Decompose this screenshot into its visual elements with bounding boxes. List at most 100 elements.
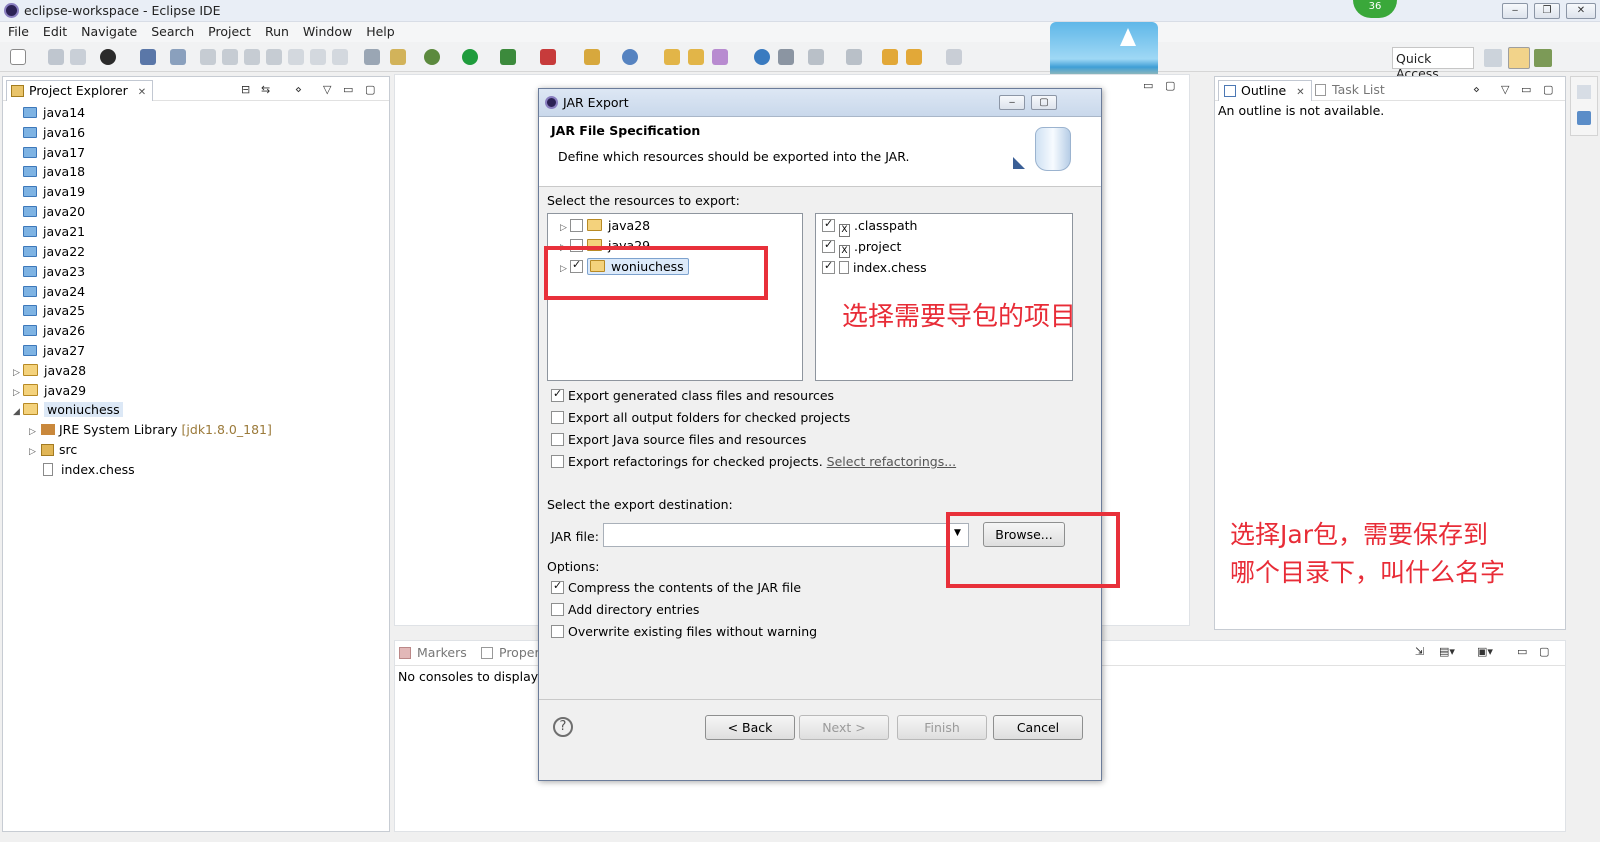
tab-properties[interactable]: Proper — [481, 645, 540, 660]
tree-item[interactable]: java22 — [23, 242, 85, 261]
resume-icon[interactable] — [200, 49, 216, 65]
export-class-files-option[interactable]: Export generated class files and resourc… — [551, 387, 834, 403]
tree-item-src[interactable]: ▷ src — [29, 440, 77, 459]
tree-item[interactable]: java24 — [23, 282, 85, 301]
tree-item-jre[interactable]: ▷ JRE System Library [jdk1.8.0_181] — [29, 420, 272, 439]
notification-badge[interactable]: 36 — [1353, 0, 1397, 18]
export-refactorings-option[interactable]: Export refactorings for checked projects… — [551, 454, 956, 469]
expand-arrow-icon[interactable]: ▷ — [29, 443, 39, 462]
last-edit-icon[interactable] — [882, 49, 898, 65]
new-class-icon[interactable] — [622, 49, 638, 65]
collapse-all-icon[interactable]: ⊟ — [241, 83, 250, 96]
next-button[interactable]: Next > — [799, 715, 889, 740]
checkbox[interactable] — [551, 603, 564, 616]
tree-item[interactable]: java20 — [23, 202, 85, 221]
open-type-icon[interactable] — [664, 49, 680, 65]
help-view-icon[interactable] — [1577, 111, 1591, 125]
forward-icon[interactable] — [946, 49, 962, 65]
resource-checkbox[interactable] — [570, 219, 583, 232]
drop-to-frame-icon[interactable] — [364, 49, 380, 65]
checkbox[interactable] — [551, 411, 564, 424]
tree-item[interactable]: java21 — [23, 222, 85, 241]
export-source-files-option[interactable]: Export Java source files and resources — [551, 432, 806, 447]
checkbox[interactable] — [551, 433, 564, 446]
checkbox[interactable] — [551, 579, 564, 594]
minimize-view-icon[interactable]: ▭ — [1517, 645, 1527, 658]
menu-search[interactable]: Search — [143, 22, 200, 41]
maximize-view-icon[interactable]: ▢ — [365, 83, 375, 96]
tab-project-explorer[interactable]: Project Explorer ✕ — [6, 80, 154, 101]
next-annotation-icon[interactable] — [808, 49, 824, 65]
compress-option[interactable]: Compress the contents of the JAR file — [551, 579, 801, 595]
minimize-view-icon[interactable]: ▭ — [343, 83, 353, 96]
step-return-icon[interactable] — [332, 49, 348, 65]
resource-checkbox[interactable] — [822, 217, 835, 232]
step-over-icon[interactable] — [310, 49, 326, 65]
terminate-icon[interactable] — [244, 49, 260, 65]
tree-item[interactable]: ▷ java29 — [13, 381, 86, 400]
close-tab-icon[interactable]: ✕ — [1296, 87, 1304, 98]
pin-console-icon[interactable]: ⇲ — [1415, 645, 1424, 658]
menu-file[interactable]: File — [0, 22, 35, 41]
resource-tree-item[interactable]: ▷ java28 — [560, 218, 650, 233]
checkbox[interactable] — [551, 625, 564, 638]
menu-run[interactable]: Run — [257, 22, 295, 41]
tab-outline[interactable]: Outline ✕ — [1218, 80, 1312, 101]
tree-item[interactable]: java17 — [23, 143, 85, 162]
quick-access-input[interactable]: Quick Access — [1392, 47, 1474, 81]
collapse-arrow-icon[interactable]: ◢ — [13, 403, 23, 422]
tab-markers[interactable]: Markers — [399, 645, 467, 660]
resource-checkbox[interactable] — [822, 259, 835, 274]
skip-breakpoints-icon[interactable] — [170, 49, 186, 65]
maximize-editor-icon[interactable]: ▢ — [1165, 79, 1175, 92]
export-output-folders-option[interactable]: Export all output folders for checked pr… — [551, 410, 850, 425]
maximize-view-icon[interactable]: ▢ — [1539, 645, 1549, 658]
save-icon[interactable] — [48, 49, 64, 65]
previous-annotation-icon[interactable] — [846, 49, 862, 65]
coverage-icon[interactable] — [500, 49, 516, 65]
use-step-filters-icon[interactable] — [390, 49, 406, 65]
open-perspective-icon[interactable] — [1484, 49, 1502, 67]
cancel-button[interactable]: Cancel — [993, 715, 1083, 740]
resource-file-item[interactable]: index.chess — [822, 259, 927, 275]
menu-project[interactable]: Project — [200, 22, 257, 41]
minimize-button[interactable]: ‒ — [1502, 3, 1528, 19]
menu-navigate[interactable]: Navigate — [73, 22, 143, 41]
external-tools-icon[interactable] — [540, 49, 556, 65]
search-icon[interactable] — [712, 49, 728, 65]
menu-window[interactable]: Window — [295, 22, 358, 41]
select-refactorings-link[interactable]: Select refactorings... — [827, 454, 956, 469]
back-icon[interactable] — [906, 49, 922, 65]
tree-item[interactable]: java26 — [23, 321, 85, 340]
profile-icon[interactable] — [100, 49, 116, 65]
dialog-minimize-button[interactable]: ‒ — [999, 95, 1025, 110]
finish-button[interactable]: Finish — [897, 715, 987, 740]
resource-file-item[interactable]: X.classpath — [822, 217, 917, 237]
help-icon[interactable]: ? — [553, 717, 573, 737]
open-console-icon[interactable]: ▣▾ — [1477, 645, 1493, 658]
display-console-icon[interactable]: ▤▾ — [1439, 645, 1455, 658]
tree-item[interactable]: ▷ java28 — [13, 361, 86, 380]
restore-view-icon[interactable] — [1577, 85, 1591, 99]
close-tab-icon[interactable]: ✕ — [138, 87, 146, 98]
java-perspective-icon[interactable] — [1508, 47, 1530, 69]
link-with-editor-icon[interactable]: ⇆ — [261, 83, 270, 96]
open-task-icon[interactable] — [688, 49, 704, 65]
jar-file-combo[interactable]: ▼ — [603, 523, 969, 547]
terminal-icon[interactable] — [140, 49, 156, 65]
back-button[interactable]: < Back — [705, 715, 795, 740]
maximize-view-icon[interactable]: ▢ — [1543, 83, 1553, 96]
suspend-icon[interactable] — [222, 49, 238, 65]
overwrite-option[interactable]: Overwrite existing files without warning — [551, 624, 817, 639]
checkbox[interactable] — [551, 455, 564, 468]
expand-arrow-icon[interactable]: ▷ — [560, 223, 570, 233]
checkbox[interactable] — [551, 387, 564, 402]
tree-item[interactable]: java23 — [23, 262, 85, 281]
step-into-icon[interactable] — [288, 49, 304, 65]
menu-edit[interactable]: Edit — [35, 22, 73, 41]
directory-entries-option[interactable]: Add directory entries — [551, 602, 699, 617]
new-icon[interactable] — [10, 49, 26, 65]
disconnect-icon[interactable] — [266, 49, 282, 65]
tree-item-file[interactable]: index.chess — [43, 460, 135, 479]
chevron-down-icon[interactable]: ▽ — [1501, 83, 1509, 96]
